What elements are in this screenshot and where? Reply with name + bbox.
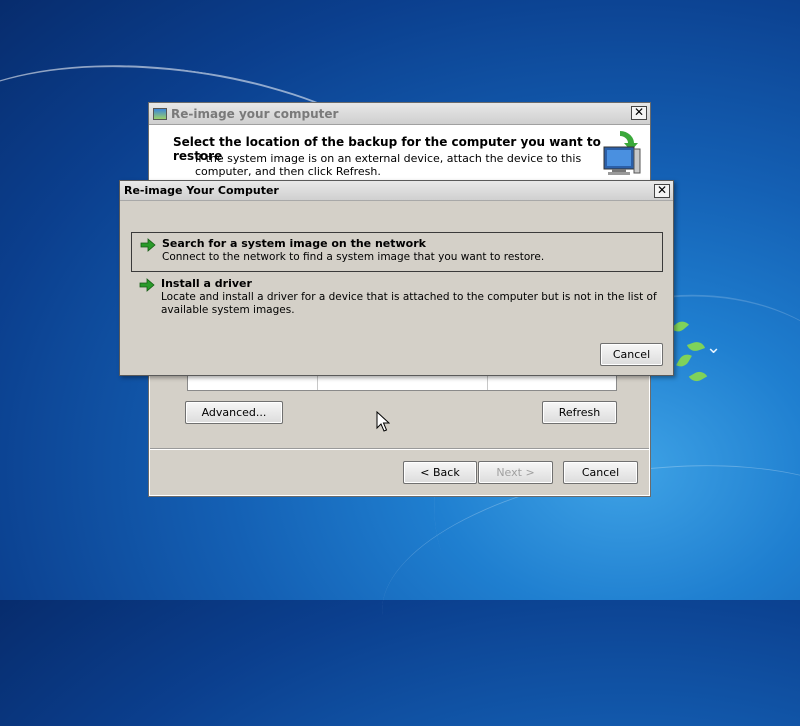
list-column-divider bbox=[487, 375, 488, 390]
wizard-footer-separator bbox=[150, 448, 649, 450]
wizard-title: Re-image your computer bbox=[171, 106, 339, 121]
wizard-titlebar: Re-image your computer ✕ bbox=[149, 103, 650, 125]
dialog-titlebar: Re-image Your Computer ✕ bbox=[120, 181, 673, 201]
refresh-button[interactable]: Refresh bbox=[542, 401, 617, 424]
reimage-options-dialog: Re-image Your Computer ✕ Search for a sy… bbox=[119, 180, 674, 376]
option-title: Install a driver bbox=[161, 277, 252, 290]
option-description: Connect to the network to find a system … bbox=[162, 251, 545, 263]
monitor-restore-icon bbox=[603, 131, 641, 175]
wallpaper-bird-icon: ⌄ bbox=[706, 337, 722, 358]
dialog-title: Re-image Your Computer bbox=[124, 184, 279, 197]
list-column-divider bbox=[317, 375, 318, 390]
option-description: Locate and install a driver for a device… bbox=[161, 291, 657, 316]
wizard-header-description: If the system image is on an external de… bbox=[195, 152, 582, 178]
back-button[interactable]: < Back bbox=[403, 461, 477, 484]
wizard-close-button[interactable]: ✕ bbox=[631, 106, 647, 120]
green-arrow-icon bbox=[140, 238, 156, 252]
wallpaper-leaf bbox=[676, 351, 692, 370]
mouse-pointer-icon bbox=[376, 411, 390, 432]
next-button[interactable]: Next > bbox=[478, 461, 553, 484]
dialog-cancel-button[interactable]: Cancel bbox=[600, 343, 663, 366]
option-search-network[interactable]: Search for a system image on the network… bbox=[131, 232, 663, 272]
green-arrow-icon bbox=[139, 278, 155, 292]
option-title: Search for a system image on the network bbox=[162, 237, 426, 250]
computer-app-icon bbox=[153, 107, 167, 120]
wizard-cancel-button[interactable]: Cancel bbox=[563, 461, 638, 484]
dialog-close-button[interactable]: ✕ bbox=[654, 184, 670, 198]
option-install-driver[interactable]: Install a driver Locate and install a dr… bbox=[131, 273, 663, 323]
backup-list[interactable] bbox=[187, 375, 617, 391]
advanced-button[interactable]: Advanced... bbox=[185, 401, 283, 424]
wallpaper-leaf bbox=[686, 339, 706, 354]
wizard-header-panel: Select the location of the backup for th… bbox=[150, 125, 649, 181]
wallpaper-leaf bbox=[688, 368, 708, 385]
